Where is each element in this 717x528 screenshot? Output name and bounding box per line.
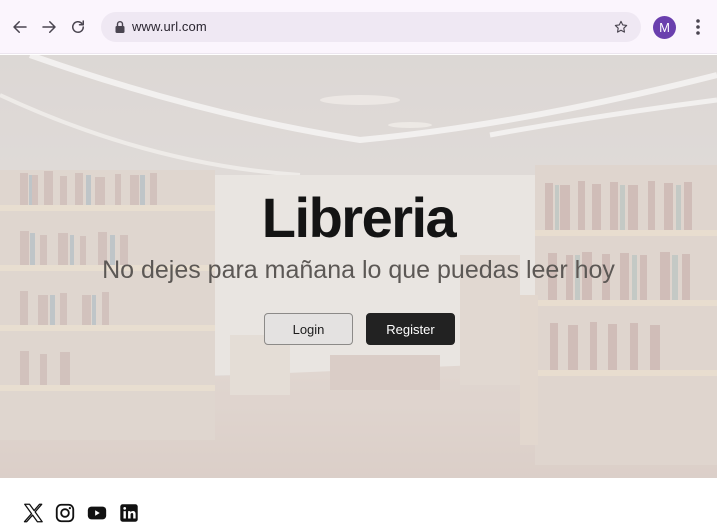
linkedin-icon	[120, 504, 138, 522]
hero-section: Libreria No dejes para mañana lo que pue…	[0, 55, 717, 478]
reload-icon	[72, 20, 84, 33]
youtube-link[interactable]	[86, 502, 108, 524]
lock-icon	[115, 21, 125, 33]
register-button[interactable]: Register	[366, 313, 455, 345]
reload-button[interactable]	[67, 16, 89, 38]
star-icon[interactable]	[613, 19, 629, 35]
back-button[interactable]	[9, 16, 31, 38]
instagram-link[interactable]	[54, 502, 76, 524]
youtube-icon	[87, 506, 107, 520]
kebab-menu-icon[interactable]	[690, 17, 706, 37]
hero-subtitle: No dejes para mañana lo que puedas leer …	[102, 256, 615, 284]
linkedin-link[interactable]	[118, 502, 140, 524]
x-link[interactable]	[22, 502, 44, 524]
instagram-icon	[55, 503, 75, 523]
login-button[interactable]: Login	[264, 313, 353, 345]
browser-toolbar: www.url.com M	[0, 0, 717, 54]
forward-arrow-icon	[42, 21, 56, 33]
x-icon	[23, 503, 43, 523]
back-arrow-icon	[13, 21, 27, 33]
profile-avatar[interactable]: M	[653, 16, 676, 39]
forward-button[interactable]	[38, 16, 60, 38]
address-bar[interactable]: www.url.com	[101, 12, 641, 42]
url-text: www.url.com	[132, 19, 207, 34]
hero-title: Libreria	[261, 186, 457, 249]
footer	[0, 478, 717, 528]
